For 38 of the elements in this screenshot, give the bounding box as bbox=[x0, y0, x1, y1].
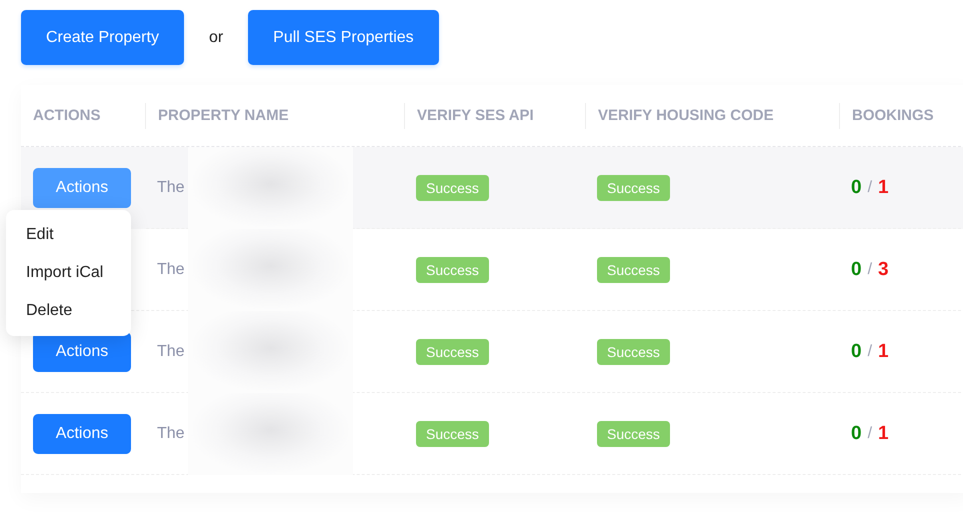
bookings-count: 0 bbox=[851, 341, 862, 363]
bookings-count: 0 bbox=[851, 423, 862, 445]
status-badge: Success bbox=[416, 421, 489, 447]
bookings-total: 1 bbox=[878, 341, 889, 363]
property-name: The bbox=[157, 425, 185, 443]
slash-text: / bbox=[868, 343, 872, 361]
actions-button[interactable]: Actions bbox=[33, 414, 131, 454]
status-badge: Success bbox=[416, 339, 489, 365]
menu-item[interactable]: Edit bbox=[6, 216, 131, 254]
column-header: BOOKINGS bbox=[839, 102, 963, 128]
actions-button[interactable]: Actions bbox=[33, 332, 131, 372]
column-header: ACTIONS bbox=[32, 106, 102, 126]
property-name: The bbox=[157, 179, 185, 197]
bookings-count: 0 bbox=[851, 259, 862, 281]
status-badge: Success bbox=[597, 339, 670, 365]
column-header: VERIFY HOUSING CODE bbox=[585, 102, 839, 128]
property-name: The bbox=[157, 261, 185, 279]
menu-item[interactable]: Import iCal bbox=[6, 254, 131, 292]
create-property-button[interactable]: Create Property bbox=[21, 10, 184, 65]
status-badge: Success bbox=[416, 257, 489, 283]
bookings-total: 1 bbox=[878, 423, 889, 445]
bookings-total: 3 bbox=[878, 259, 889, 281]
status-badge: Success bbox=[597, 175, 670, 201]
actions-button[interactable]: Actions bbox=[33, 168, 131, 208]
status-badge: Success bbox=[597, 421, 670, 447]
menu-item[interactable]: Delete bbox=[6, 292, 131, 330]
bookings-total: 1 bbox=[878, 177, 889, 199]
slash-text: / bbox=[868, 425, 872, 443]
column-header: PROPERTY NAME bbox=[145, 102, 404, 128]
property-name: The bbox=[157, 343, 185, 361]
or-text: or bbox=[208, 28, 224, 46]
slash-text: / bbox=[868, 179, 872, 197]
pull-properties-button[interactable]: Pull SES Properties bbox=[248, 10, 439, 65]
bookings-count: 0 bbox=[851, 177, 862, 199]
column-header: VERIFY SES API bbox=[404, 102, 585, 128]
status-badge: Success bbox=[597, 257, 670, 283]
status-badge: Success bbox=[416, 175, 489, 201]
slash-text: / bbox=[868, 261, 872, 279]
